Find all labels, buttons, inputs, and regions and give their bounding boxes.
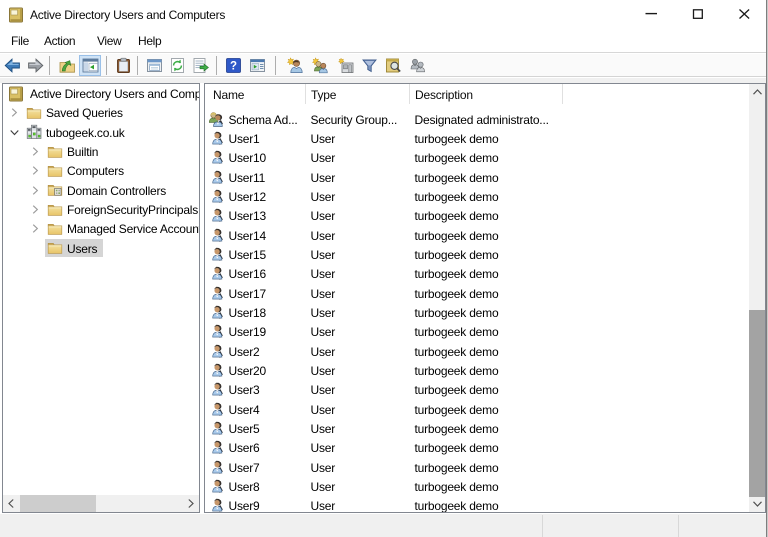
svg-text:?: ? — [230, 61, 237, 73]
